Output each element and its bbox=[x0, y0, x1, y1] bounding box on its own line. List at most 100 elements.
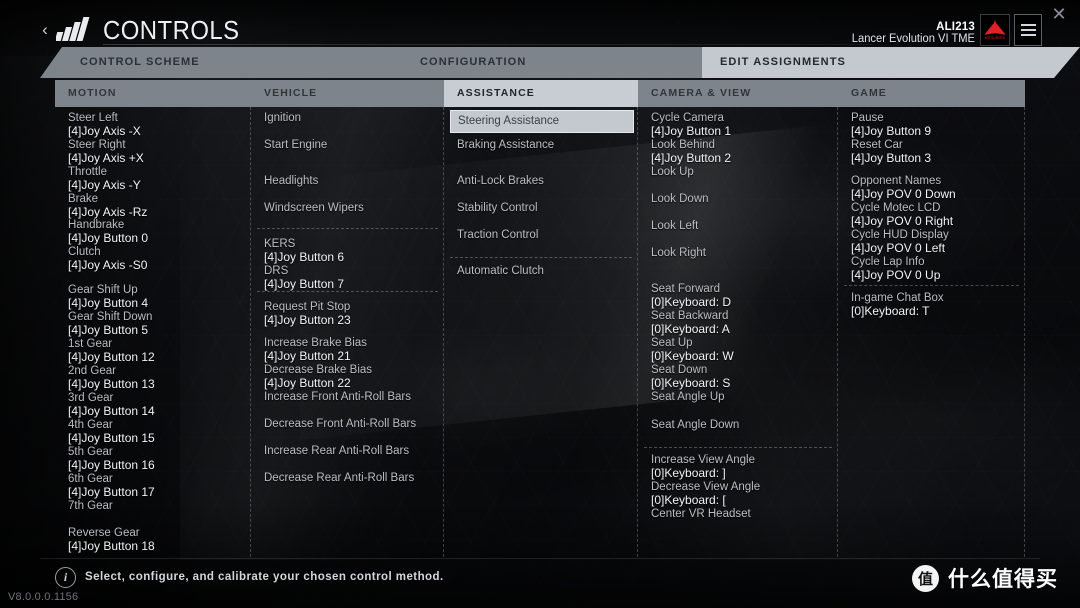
assignment-row[interactable]: Cycle Motec LCD [4]Joy POV 0 Right bbox=[851, 202, 1020, 228]
assignment-label: Stability Control bbox=[457, 202, 538, 214]
group-separator bbox=[257, 291, 438, 292]
assignment-binding: [0]Keyboard: D bbox=[651, 295, 732, 309]
assignment-row[interactable]: Seat Up [0]Keyboard: W bbox=[651, 337, 833, 363]
assignment-label: Windscreen Wipers bbox=[264, 202, 364, 214]
assignment-row[interactable]: Increase View Angle [0]Keyboard: ] bbox=[651, 454, 833, 480]
assignment-row[interactable]: Opponent Names [4]Joy POV 0 Down bbox=[851, 175, 1020, 201]
assignment-row[interactable]: Handbrake [4]Joy Button 0 bbox=[68, 219, 246, 245]
assignment-row[interactable]: 5th Gear [4]Joy Button 16 bbox=[68, 446, 246, 472]
assignment-binding: [4]Joy Button 21 bbox=[264, 349, 351, 363]
assignment-row[interactable]: KERS [4]Joy Button 6 bbox=[264, 238, 439, 264]
assignment-label: Traction Control bbox=[457, 229, 539, 241]
column-header-motion[interactable]: MOTION bbox=[55, 80, 251, 107]
assignment-row[interactable]: Gear Shift Down [4]Joy Button 5 bbox=[68, 311, 246, 337]
assignment-row[interactable]: Automatic Clutch bbox=[457, 265, 633, 278]
column-header-camera-view[interactable]: CAMERA & VIEW bbox=[638, 80, 838, 107]
assignment-row[interactable]: Throttle [4]Joy Axis -Y bbox=[68, 166, 246, 192]
assignment-row[interactable]: Headlights bbox=[264, 175, 439, 188]
assignment-row[interactable]: Pause [4]Joy Button 9 bbox=[851, 112, 1020, 138]
assignment-label: Ignition bbox=[264, 112, 302, 124]
assignment-row[interactable]: 6th Gear [4]Joy Button 17 bbox=[68, 473, 246, 499]
page-title: CONTROLS bbox=[103, 15, 240, 45]
assignment-row[interactable]: Braking Assistance bbox=[457, 139, 633, 152]
assignment-row[interactable]: Steering Assistance bbox=[450, 110, 634, 133]
assignment-label: Decrease Front Anti-Roll Bars bbox=[264, 418, 417, 430]
assignment-row[interactable]: 1st Gear [4]Joy Button 12 bbox=[68, 338, 246, 364]
assignment-row[interactable]: 3rd Gear [4]Joy Button 14 bbox=[68, 392, 246, 418]
assignment-row[interactable]: 4th Gear [4]Joy Button 15 bbox=[68, 419, 246, 445]
tab-control-scheme[interactable]: CONTROL SCHEME bbox=[62, 47, 402, 78]
assignment-binding: [0]Keyboard: W bbox=[651, 349, 734, 363]
assignment-row[interactable]: Steer Right [4]Joy Axis +X bbox=[68, 139, 246, 165]
assignment-row[interactable]: Start Engine bbox=[264, 139, 439, 152]
assignment-row[interactable]: Cycle Lap Info [4]Joy POV 0 Up bbox=[851, 256, 1020, 282]
assignment-row[interactable]: Windscreen Wipers bbox=[264, 202, 439, 215]
assignment-row[interactable]: Increase Front Anti-Roll Bars bbox=[264, 391, 439, 404]
tab-edit-assignments[interactable]: EDIT ASSIGNMENTS bbox=[702, 47, 1054, 78]
assignment-row[interactable]: Request Pit Stop [4]Joy Button 23 bbox=[264, 301, 439, 327]
column-motion: Steer Left [4]Joy Axis -X Steer Right [4]Jo… bbox=[55, 107, 251, 557]
assignment-row[interactable]: Steer Left [4]Joy Axis -X bbox=[68, 112, 246, 138]
assignment-label: Seat Angle Up bbox=[651, 391, 725, 403]
assignment-binding: [4]Joy POV 0 Down bbox=[851, 187, 956, 201]
column-vehicle: Ignition Start Engine Headlights Windscreen… bbox=[251, 107, 444, 557]
assignment-row[interactable]: Anti-Lock Brakes bbox=[457, 175, 633, 188]
assignment-row[interactable]: Look Right bbox=[651, 247, 833, 260]
assignment-label: Increase Front Anti-Roll Bars bbox=[264, 391, 412, 403]
assignment-row[interactable]: Clutch [4]Joy Axis -S0 bbox=[68, 246, 246, 272]
assignment-label: Seat Angle Down bbox=[651, 419, 740, 431]
tab-strip: CONTROL SCHEME CONFIGURATION EDIT ASSIGNME… bbox=[40, 47, 1080, 78]
tab-configuration[interactable]: CONFIGURATION bbox=[402, 47, 702, 78]
assignment-row[interactable]: Stability Control bbox=[457, 202, 633, 215]
column-header-assistance[interactable]: ASSISTANCE bbox=[444, 80, 638, 107]
controls-screen: ✕ ‹ CONTROLS ALI213 Lancer Evolution VI … bbox=[0, 0, 1080, 608]
assignment-label: 7th Gear bbox=[68, 500, 113, 512]
game-logo-icon bbox=[56, 17, 98, 41]
assignment-binding: [4]Joy Button 1 bbox=[651, 124, 732, 138]
assignment-row[interactable]: Look Left bbox=[651, 220, 833, 233]
assignment-label: Increase Rear Anti-Roll Bars bbox=[264, 445, 410, 457]
assignment-row[interactable]: Reset Car [4]Joy Button 3 bbox=[851, 139, 1020, 165]
assignment-row[interactable]: Seat Angle Up bbox=[651, 391, 833, 404]
assignment-label: Braking Assistance bbox=[457, 139, 555, 151]
assignment-label: Start Engine bbox=[264, 139, 328, 151]
assignment-label: Center VR Headset bbox=[651, 508, 751, 520]
assignment-row[interactable]: Gear Shift Up [4]Joy Button 4 bbox=[68, 284, 246, 310]
assignment-row[interactable]: Decrease View Angle [0]Keyboard: [ bbox=[651, 481, 833, 507]
assignment-row[interactable]: Ignition bbox=[264, 112, 439, 125]
close-icon[interactable]: ✕ bbox=[1046, 2, 1072, 26]
assignment-row[interactable]: Look Up bbox=[651, 166, 833, 179]
assignment-row[interactable]: Seat Down [0]Keyboard: S bbox=[651, 364, 833, 390]
assignment-row[interactable]: Decrease Front Anti-Roll Bars bbox=[264, 418, 439, 431]
assignment-binding: [4]Joy Button 16 bbox=[68, 458, 155, 472]
assignment-row[interactable]: Increase Rear Anti-Roll Bars bbox=[264, 445, 439, 458]
assignment-binding: [4]Joy Button 12 bbox=[68, 350, 155, 364]
assignment-row[interactable]: Decrease Brake Bias [4]Joy Button 22 bbox=[264, 364, 439, 390]
assignment-row[interactable]: Reverse Gear [4]Joy Button 18 bbox=[68, 527, 246, 553]
assignment-row[interactable]: 2nd Gear [4]Joy Button 13 bbox=[68, 365, 246, 391]
assignment-row[interactable]: Traction Control bbox=[457, 229, 633, 242]
back-icon[interactable]: ‹ bbox=[38, 20, 52, 40]
assignment-row[interactable]: In-game Chat Box [0]Keyboard: T bbox=[851, 292, 1020, 318]
assignment-row[interactable]: Brake [4]Joy Axis -Rz bbox=[68, 193, 246, 219]
assignment-row[interactable]: Cycle HUD Display [4]Joy POV 0 Left bbox=[851, 229, 1020, 255]
assignment-row[interactable]: Look Down bbox=[651, 193, 833, 206]
assignment-row[interactable]: DRS [4]Joy Button 7 bbox=[264, 265, 439, 291]
assignment-row[interactable]: Decrease Rear Anti-Roll Bars bbox=[264, 472, 439, 485]
assignment-row[interactable]: Cycle Camera [4]Joy Button 1 bbox=[651, 112, 833, 138]
assignment-row[interactable]: Center VR Headset bbox=[651, 508, 833, 521]
assignment-row[interactable]: Seat Forward [0]Keyboard: D bbox=[651, 283, 833, 309]
user-id: ALI213 bbox=[936, 20, 975, 33]
assignment-row[interactable]: Increase Brake Bias [4]Joy Button 21 bbox=[264, 337, 439, 363]
assignment-binding: [4]Joy Axis -Rz bbox=[68, 205, 148, 219]
column-header-vehicle[interactable]: VEHICLE bbox=[251, 80, 444, 107]
hamburger-menu-icon[interactable] bbox=[1014, 14, 1042, 46]
watermark: 值 什么值得买 bbox=[912, 563, 1058, 593]
assignment-row[interactable]: Seat Backward [0]Keyboard: A bbox=[651, 310, 833, 336]
assignment-label: Headlights bbox=[264, 175, 319, 187]
assignment-row[interactable]: 7th Gear bbox=[68, 500, 246, 513]
assignment-binding: [0]Keyboard: A bbox=[651, 322, 730, 336]
assignment-row[interactable]: Seat Angle Down bbox=[651, 419, 833, 432]
column-header-game[interactable]: GAME bbox=[838, 80, 1025, 107]
assignment-row[interactable]: Look Behind [4]Joy Button 2 bbox=[651, 139, 833, 165]
